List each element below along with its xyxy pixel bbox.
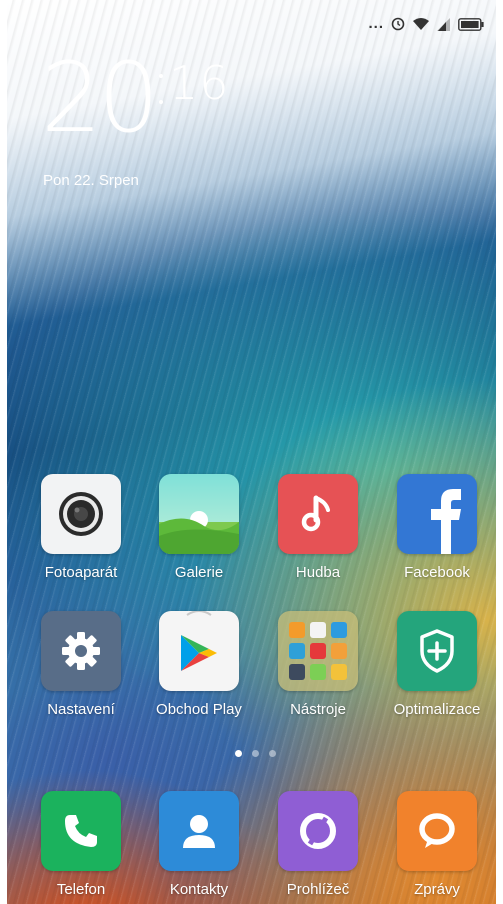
folder-icon: [278, 611, 358, 691]
page-indicator[interactable]: [235, 750, 276, 757]
app-settings[interactable]: Nastavení: [26, 611, 136, 718]
app-play-store[interactable]: Obchod Play: [144, 611, 254, 718]
dock-browser[interactable]: Prohlížeč: [263, 791, 373, 898]
clock-hours: 20: [41, 42, 159, 154]
gear-icon: [41, 611, 121, 691]
gallery-icon: [159, 474, 239, 554]
battery-icon: [458, 17, 484, 31]
wifi-icon: [413, 18, 429, 30]
app-label-play-store: Obchod Play: [156, 701, 242, 718]
clock-colon: [159, 70, 165, 110]
chat-bubble-icon: [397, 791, 477, 871]
phone-icon: [41, 791, 121, 871]
app-label-facebook: Facebook: [404, 564, 470, 581]
music-note-icon: [278, 474, 358, 554]
camera-icon: [41, 474, 121, 554]
dock-contacts[interactable]: Kontakty: [144, 791, 254, 898]
home-screen: ... 20 16 Pon 22. Srpen Fotoaparát Galer…: [7, 0, 496, 904]
app-music[interactable]: Hudba: [263, 474, 373, 581]
dock-label-messages: Zprávy: [414, 881, 460, 898]
app-tools-folder[interactable]: Nástroje: [263, 611, 373, 718]
date-label: Pon 22. Srpen: [43, 172, 139, 189]
dock-phone[interactable]: Telefon: [26, 791, 136, 898]
app-label-gallery: Galerie: [174, 564, 224, 581]
app-security[interactable]: Optimalizace: [382, 611, 492, 718]
page-dot-3[interactable]: [269, 750, 276, 757]
app-facebook[interactable]: Facebook: [382, 474, 492, 581]
app-label-camera: Fotoaparát: [44, 564, 118, 581]
facebook-icon: [397, 474, 477, 554]
app-gallery[interactable]: Galerie: [144, 474, 254, 581]
play-store-icon: [159, 611, 239, 691]
shield-plus-icon: [397, 611, 477, 691]
signal-icon: [437, 17, 450, 31]
contact-person-icon: [159, 791, 239, 871]
clock-minutes: 16: [169, 56, 230, 110]
page-dot-1[interactable]: [235, 750, 242, 757]
app-label-music: Hudba: [295, 564, 341, 581]
notification-dots: ...: [368, 15, 384, 32]
alarm-icon: [391, 17, 405, 31]
status-bar: ...: [368, 14, 484, 34]
app-label-security: Optimalizace: [393, 701, 481, 718]
app-label-tools: Nástroje: [290, 701, 346, 718]
folder-preview-grid: [289, 622, 347, 680]
app-camera[interactable]: Fotoaparát: [26, 474, 136, 581]
dock-messages[interactable]: Zprávy: [382, 791, 492, 898]
browser-icon: [278, 791, 358, 871]
dock-label-browser: Prohlížeč: [286, 881, 350, 898]
dock-label-phone: Telefon: [56, 881, 106, 898]
dock-label-contacts: Kontakty: [169, 881, 229, 898]
page-dot-2[interactable]: [252, 750, 259, 757]
app-label-settings: Nastavení: [47, 701, 115, 718]
